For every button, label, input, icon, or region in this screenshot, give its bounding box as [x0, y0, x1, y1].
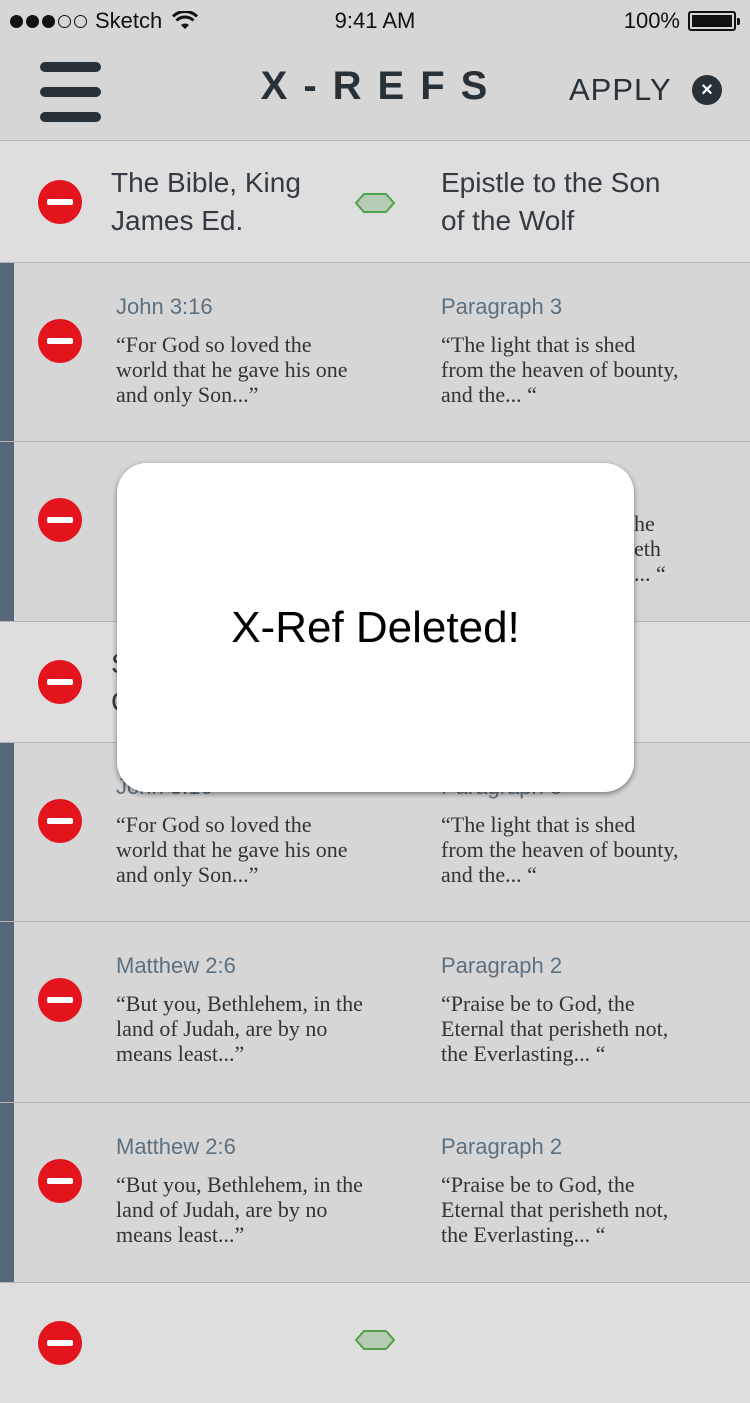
target-title: Epistle to the Son of the Wolf	[441, 167, 661, 236]
target-quote: “The light that is shed from the heaven …	[441, 812, 679, 887]
source-quote: “But you, Bethlehem, in the land of Juda…	[116, 991, 363, 1066]
close-icon[interactable]: ×	[692, 75, 722, 105]
delete-icon[interactable]	[38, 978, 82, 1022]
link-icon	[354, 193, 396, 213]
delete-icon[interactable]	[38, 1159, 82, 1203]
source-quote: “For God so loved the world that he gave…	[116, 332, 348, 407]
target-ref[interactable]: Paragraph 3	[441, 294, 562, 320]
xref-row[interactable]: John 3:16 “For God so loved the world th…	[0, 263, 750, 442]
toast-dialog: X-Ref Deleted!	[117, 463, 634, 792]
target-quote: he eth ... “	[634, 511, 666, 586]
status-bar: Sketch 9:41 AM 100%	[0, 0, 750, 40]
target-ref[interactable]: Paragraph 2	[441, 953, 562, 979]
delete-icon[interactable]	[38, 498, 82, 542]
accent-bar	[0, 263, 14, 441]
target-quote: “The light that is shed from the heaven …	[441, 332, 679, 407]
xref-group-header: The Bible, King James Ed. Epistle to the…	[0, 141, 750, 263]
source-title: The Bible, King James Ed.	[111, 167, 301, 236]
delete-icon[interactable]	[38, 1321, 82, 1365]
accent-bar	[0, 1103, 14, 1282]
apply-button[interactable]: APPLY	[569, 72, 672, 108]
source-ref[interactable]: Matthew 2:6	[116, 1134, 236, 1160]
source-ref[interactable]: John 3:16	[116, 294, 213, 320]
battery-icon	[688, 11, 740, 31]
delete-icon[interactable]	[38, 180, 82, 224]
nav-bar: X-REFS APPLY ×	[0, 40, 750, 141]
status-right: 100%	[623, 8, 740, 34]
delete-icon[interactable]	[38, 319, 82, 363]
link-icon	[354, 1330, 396, 1350]
accent-bar	[0, 922, 14, 1102]
accent-bar	[0, 743, 14, 921]
accent-bar	[0, 442, 14, 621]
source-quote: “For God so loved the world that he gave…	[116, 812, 348, 887]
target-quote: “Praise be to God, the Eternal that peri…	[441, 991, 669, 1066]
target-quote: “Praise be to God, the Eternal that peri…	[441, 1172, 669, 1247]
source-quote: “But you, Bethlehem, in the land of Juda…	[116, 1172, 363, 1247]
delete-icon[interactable]	[38, 799, 82, 843]
target-ref[interactable]: Paragraph 2	[441, 1134, 562, 1160]
toast-message: X-Ref Deleted!	[231, 602, 520, 652]
battery-percent: 100%	[623, 8, 680, 33]
source-ref[interactable]: Matthew 2:6	[116, 953, 236, 979]
xref-group-header	[0, 1283, 750, 1403]
xref-row[interactable]: Matthew 2:6 “But you, Bethlehem, in the …	[0, 1103, 750, 1283]
delete-icon[interactable]	[38, 660, 82, 704]
xref-row[interactable]: Matthew 2:6 “But you, Bethlehem, in the …	[0, 922, 750, 1103]
